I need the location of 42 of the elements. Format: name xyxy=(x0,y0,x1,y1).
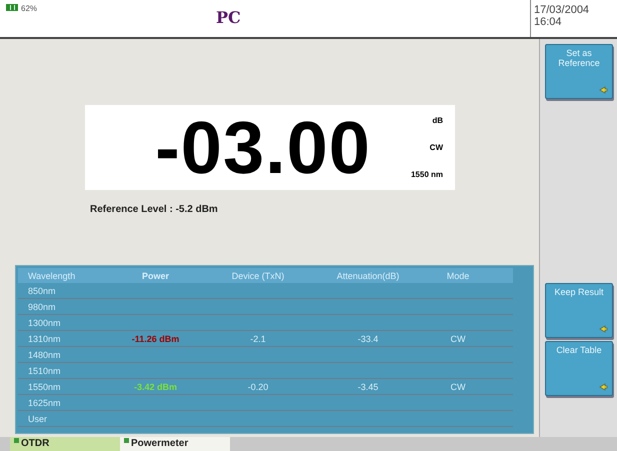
column-header: Attenuation(dB) xyxy=(336,270,400,280)
pointer-icon xyxy=(599,324,608,333)
table-cell-text: -11.26 dBm xyxy=(130,334,180,344)
table-cell-text: CW xyxy=(450,382,466,392)
reading-wavelength: 1550 nm xyxy=(410,170,443,179)
table-cell-text: 980nm xyxy=(27,302,57,312)
table-cell-text: 1300nm xyxy=(27,318,62,328)
column-header: Power xyxy=(140,270,170,280)
reference-level: Reference Level : -5.2 dBm xyxy=(90,204,219,215)
battery-level: 62% xyxy=(21,4,38,13)
table-cell-text: User xyxy=(27,414,48,424)
softkey-button[interactable]: Clear Table xyxy=(545,341,613,396)
table-cell-text: 1310nm xyxy=(27,334,62,344)
table-cell-text: CW xyxy=(450,334,466,344)
column-header: Mode xyxy=(446,270,470,280)
pointer-icon xyxy=(599,85,608,94)
table-cell-text: -2.1 xyxy=(249,334,267,344)
table-cell-text: -3.45 xyxy=(356,382,380,392)
table-cell-text: 1510nm xyxy=(27,366,62,376)
reading-unit: dB xyxy=(432,116,443,125)
table-cell-text: -0.20 xyxy=(246,382,270,392)
reading-mode: CW xyxy=(430,143,443,152)
table-cell-text: 1625nm xyxy=(27,398,62,408)
softkey-button[interactable]: Set as Reference xyxy=(545,44,613,99)
module-icon xyxy=(124,438,129,443)
softkey-button[interactable]: Keep Result xyxy=(545,283,613,338)
time: 16:04 xyxy=(534,16,563,28)
reading-value: -03.00 xyxy=(155,105,371,190)
table-cell-text: 1480nm xyxy=(27,350,62,360)
tab[interactable]: Powermeter xyxy=(120,437,230,451)
logo: PC xyxy=(216,8,241,27)
column-header: Wavelength xyxy=(27,270,76,280)
tab[interactable]: OTDR xyxy=(10,437,120,451)
pointer-icon xyxy=(599,382,608,391)
table-cell-text: 850nm xyxy=(27,286,57,296)
date: 17/03/2004 xyxy=(534,4,590,16)
table-cell-text: 1550nm xyxy=(27,382,62,392)
module-icon xyxy=(14,438,19,443)
table-cell-text: -3.42 dBm xyxy=(132,382,178,392)
battery-icon xyxy=(6,4,18,11)
column-header: Device (TxN) xyxy=(230,270,286,280)
table-cell-text: -33.4 xyxy=(356,334,380,344)
